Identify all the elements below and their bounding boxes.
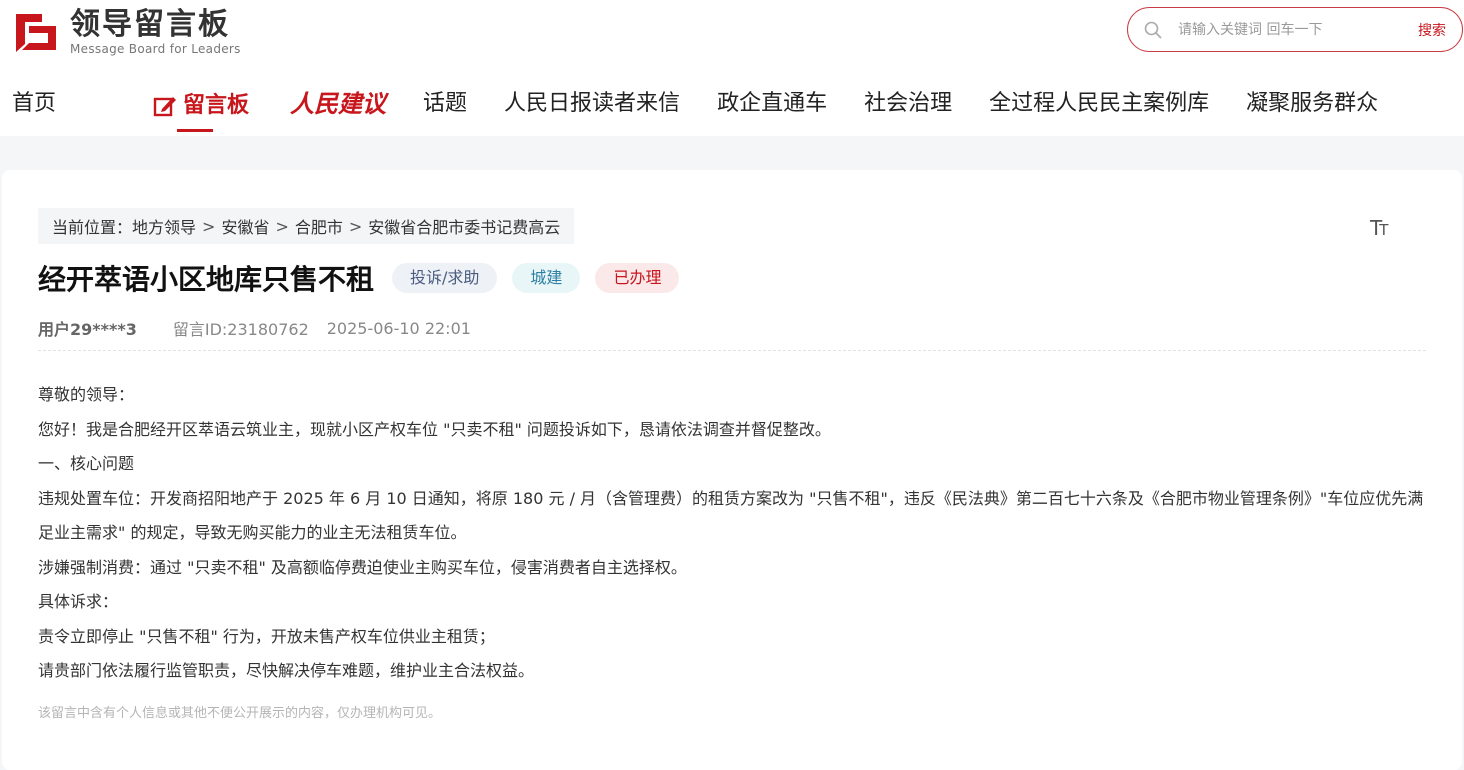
content-paragraph: 违规处置车位：开发商招阳地产于 2025 年 6 月 10 日通知，将原 180… — [38, 488, 1424, 543]
breadcrumb-item[interactable]: 地方领导 — [132, 214, 196, 238]
site-logo[interactable]: 领导留言板 Message Board for Leaders — [12, 6, 241, 58]
nav-item-message-board[interactable]: 留言板 — [153, 84, 249, 132]
text-size-icon[interactable]: TT — [1370, 216, 1388, 240]
nav-item-readers-letters[interactable]: 人民日报读者来信 — [504, 84, 680, 128]
status-badge: 已办理 — [595, 263, 680, 293]
search-button[interactable]: 搜索 — [1418, 20, 1446, 40]
content-paragraph: 具体诉求： — [38, 592, 119, 611]
breadcrumb-item[interactable]: 安徽省合肥市委书记费高云 — [368, 214, 560, 238]
post-content: 尊敬的领导： 您好！我是合肥经开区萃语云筑业主，现就小区产权车位 "只卖不租" … — [38, 378, 1430, 689]
content-paragraph: 您好！我是合肥经开区萃语云筑业主，现就小区产权车位 "只卖不租" 问题投诉如下，… — [38, 419, 831, 439]
logo-subtitle: Message Board for Leaders — [70, 42, 241, 56]
logo-mark-icon — [16, 14, 56, 52]
content-paragraph: 请贵部门依法履行监管职责，尽快解决停车难题，维护业主合法权益。 — [38, 661, 535, 680]
nav-item-serve-people[interactable]: 凝聚服务群众 — [1246, 84, 1378, 128]
breadcrumb-item[interactable]: 合肥市 — [295, 214, 343, 238]
content-paragraph: 一、核心问题 — [38, 454, 135, 473]
privacy-notice: 该留言中含有个人信息或其他不便公开展示的内容，仅办理机构可见。 — [38, 706, 442, 721]
post-meta: 用户29****3 留言ID:23180762 2025-06-10 22:01 — [38, 316, 471, 340]
breadcrumb-item[interactable]: 安徽省 — [221, 214, 269, 238]
edit-icon — [153, 97, 177, 117]
domain-tag[interactable]: 城建 — [512, 263, 581, 293]
nav-item-democracy-cases[interactable]: 全过程人民民主案例库 — [989, 84, 1209, 128]
post-datetime: 2025-06-10 22:01 — [326, 318, 471, 338]
content-paragraph: 涉嫌强制消费：通过 "只卖不租" 及高额临停费迫使业主购买车位，侵害消费者自主选… — [38, 557, 687, 577]
main-nav: 首页 留言板 人民建议 话题 人民日报读者来信 政企直通车 社会治理 全过程人民… — [12, 84, 1415, 132]
logo-title: 领导留言板 — [70, 7, 230, 42]
top-header: 领导留言板 Message Board for Leaders 搜索 首页 留言… — [0, 0, 1464, 136]
search-icon — [1144, 21, 1162, 38]
type-tag[interactable]: 投诉/求助 — [392, 263, 498, 293]
nav-item-people-suggestion[interactable]: 人民建议 — [290, 84, 386, 128]
nav-item-topics[interactable]: 话题 — [423, 84, 467, 128]
nav-item-home[interactable]: 首页 — [12, 84, 56, 128]
message-id: 留言ID:23180762 — [172, 320, 309, 339]
breadcrumb-separator: > — [275, 216, 289, 236]
breadcrumb-separator: > — [202, 216, 216, 236]
nav-item-enterprise-express[interactable]: 政企直通车 — [717, 84, 827, 128]
breadcrumb-prefix: 当前位置： — [52, 218, 133, 237]
nav-item-social-governance[interactable]: 社会治理 — [864, 84, 952, 128]
divider — [38, 350, 1426, 351]
post-title: 经开萃语小区地库只售不租 — [38, 263, 375, 296]
post-author: 用户29****3 — [38, 320, 137, 339]
post-header: 经开萃语小区地库只售不租 投诉/求助 城建 已办理 — [38, 258, 694, 298]
content-paragraph: 尊敬的领导： — [38, 385, 135, 404]
search-input[interactable] — [1178, 21, 1418, 38]
breadcrumb: 当前位置： 地方领导 > 安徽省 > 合肥市 > 安徽省合肥市委书记费高云 — [38, 208, 575, 244]
search-bar: 搜索 — [1127, 7, 1463, 52]
content-paragraph: 责令立即停止 "只售不租" 行为，开放未售产权车位供业主租赁； — [38, 626, 495, 646]
breadcrumb-separator: > — [348, 216, 363, 236]
